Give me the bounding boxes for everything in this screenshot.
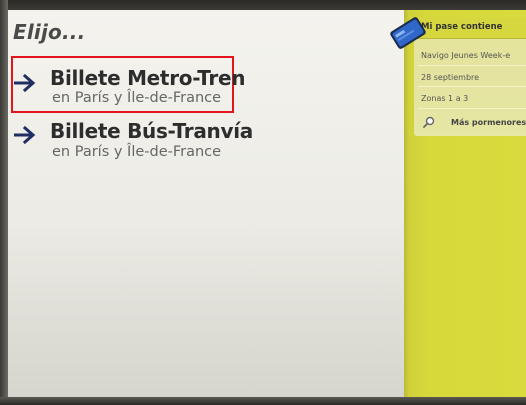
- option-billete-metro-tren[interactable]: Billete Metro-Tren en París y Île-de-Fra…: [12, 54, 246, 112]
- option-billete-bus-tranvia[interactable]: Billete Bús-Tranvía en París y Île-de-Fr…: [12, 116, 253, 174]
- more-details-button[interactable]: Más pormenores: [414, 109, 526, 136]
- pass-header: Mi pase contiene: [414, 18, 526, 39]
- pass-summary-card: Mi pase contiene Navigo Jeunes Week-e 28…: [414, 18, 526, 136]
- kiosk-screen: Elijo... Billete Metro-Tren en París y Î…: [8, 10, 526, 397]
- more-details-label: Más pormenores: [451, 118, 526, 127]
- arrow-right-icon: [14, 74, 36, 92]
- pass-zones: Zonas 1 a 3: [421, 94, 469, 103]
- arrow-right-icon: [14, 126, 36, 144]
- kiosk-frame: Elijo... Billete Metro-Tren en París y Î…: [0, 0, 526, 405]
- option-title: Billete Metro-Tren: [50, 66, 246, 90]
- pass-title: Mi pase contiene: [421, 22, 503, 32]
- bezel-top: [0, 0, 526, 10]
- pass-product: Navigo Jeunes Week-e: [421, 51, 511, 60]
- magnifier-icon: [423, 116, 435, 128]
- option-subtitle: en París y Île-de-France: [52, 90, 222, 106]
- pass-date: 28 septiembre: [421, 73, 480, 82]
- option-subtitle: en París y Île-de-France: [52, 144, 222, 160]
- navigo-card-icon: [390, 17, 426, 49]
- page-heading: Elijo...: [13, 20, 86, 44]
- bezel-bottom: [0, 397, 526, 405]
- pass-side-panel: Mi pase contiene Navigo Jeunes Week-e 28…: [404, 10, 526, 397]
- bezel-left: [0, 0, 8, 405]
- option-title: Billete Bús-Tranvía: [50, 119, 253, 143]
